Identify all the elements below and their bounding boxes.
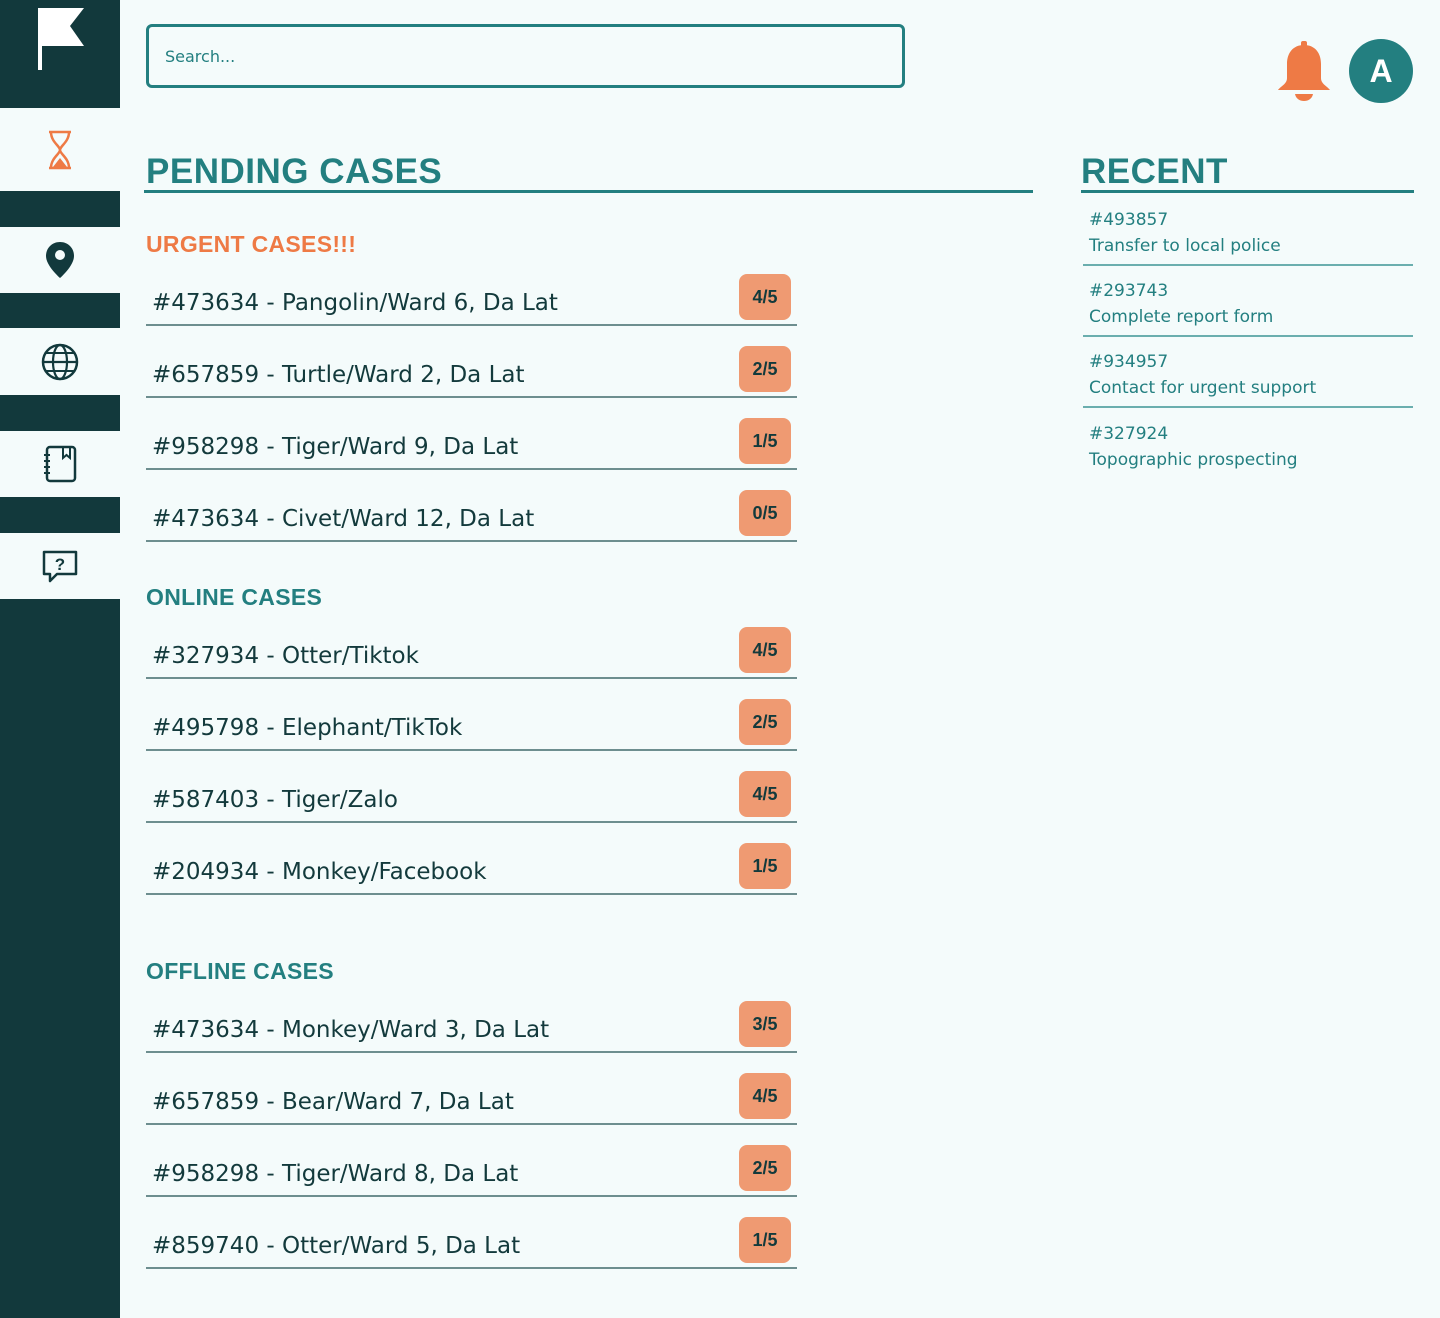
- progress-badge: 4/5: [739, 1073, 791, 1119]
- online-group-title: ONLINE CASES: [146, 584, 323, 610]
- sidebar-item-map[interactable]: [0, 227, 120, 293]
- case-label: #473634 - Monkey/Ward 3, Da Lat: [152, 1017, 550, 1043]
- progress-badge: 3/5: [739, 1001, 791, 1047]
- case-row[interactable]: #327934 - Otter/Tiktok 4/5: [146, 621, 797, 679]
- sidebar-item-help[interactable]: ?: [0, 533, 120, 599]
- progress-badge: 1/5: [739, 1217, 791, 1263]
- case-row[interactable]: #473634 - Pangolin/Ward 6, Da Lat 4/5: [146, 268, 797, 326]
- hourglass-icon: [49, 130, 71, 169]
- pending-title: PENDING CASES: [146, 152, 443, 191]
- pending-divider: [144, 190, 1033, 193]
- case-label: #473634 - Pangolin/Ward 6, Da Lat: [152, 290, 558, 316]
- recent-item-desc: Complete report form: [1089, 307, 1274, 327]
- recent-item-id: #293743: [1089, 281, 1169, 301]
- notifications-button[interactable]: [1275, 40, 1333, 102]
- bell-icon: [1278, 41, 1330, 101]
- logo[interactable]: [0, 0, 120, 80]
- case-label: #657859 - Bear/Ward 7, Da Lat: [152, 1089, 514, 1115]
- progress-badge: 0/5: [739, 490, 791, 536]
- case-label: #958298 - Tiger/Ward 8, Da Lat: [152, 1161, 519, 1187]
- recent-item-desc: Topographic prospecting: [1089, 450, 1298, 470]
- sidebar-item-online[interactable]: [0, 328, 120, 395]
- case-label: #859740 - Otter/Ward 5, Da Lat: [152, 1233, 521, 1259]
- recent-item-desc: Transfer to local police: [1089, 236, 1281, 256]
- case-row[interactable]: #204934 - Monkey/Facebook 1/5: [146, 837, 797, 895]
- case-row[interactable]: #958298 - Tiger/Ward 9, Da Lat 1/5: [146, 412, 797, 470]
- case-label: #204934 - Monkey/Facebook: [152, 859, 487, 885]
- recent-item-id: #934957: [1089, 352, 1169, 372]
- search-input[interactable]: [149, 27, 902, 85]
- case-row[interactable]: #495798 - Elephant/TikTok 2/5: [146, 693, 797, 751]
- urgent-group-title: URGENT CASES!!!: [146, 231, 357, 257]
- sidebar: ?: [0, 0, 120, 1318]
- progress-badge: 4/5: [739, 627, 791, 673]
- recent-item[interactable]: #327924 Topographic prospecting: [1083, 422, 1413, 480]
- progress-badge: 2/5: [739, 1145, 791, 1191]
- recent-item[interactable]: #934957 Contact for urgent support: [1083, 350, 1413, 408]
- progress-badge: 4/5: [739, 771, 791, 817]
- progress-badge: 4/5: [739, 274, 791, 320]
- progress-badge: 1/5: [739, 843, 791, 889]
- globe-icon: [41, 343, 79, 380]
- search-bar: [146, 24, 905, 88]
- progress-badge: 1/5: [739, 418, 791, 464]
- recent-title: RECENT: [1081, 152, 1228, 191]
- case-row[interactable]: #958298 - Tiger/Ward 8, Da Lat 2/5: [146, 1139, 797, 1197]
- case-label: #495798 - Elephant/TikTok: [152, 715, 463, 741]
- avatar[interactable]: A: [1349, 39, 1413, 103]
- notebook-icon: [44, 445, 77, 483]
- case-label: #473634 - Civet/Ward 12, Da Lat: [152, 506, 535, 532]
- offline-group-title: OFFLINE CASES: [146, 958, 334, 984]
- recent-item-id: #327924: [1089, 424, 1169, 444]
- recent-item[interactable]: #493857 Transfer to local police: [1083, 208, 1413, 266]
- case-label: #657859 - Turtle/Ward 2, Da Lat: [152, 362, 525, 388]
- case-row[interactable]: #657859 - Turtle/Ward 2, Da Lat 2/5: [146, 340, 797, 398]
- case-label: #958298 - Tiger/Ward 9, Da Lat: [152, 434, 519, 460]
- app: ? A PENDING CASES URGENT CASES!!! #47363…: [0, 0, 1440, 1318]
- case-row[interactable]: #587403 - Tiger/Zalo 4/5: [146, 765, 797, 823]
- case-row[interactable]: #473634 - Civet/Ward 12, Da Lat 0/5: [146, 484, 797, 542]
- help-chat-icon: ?: [42, 550, 78, 583]
- case-label: #587403 - Tiger/Zalo: [152, 787, 398, 813]
- recent-item-id: #493857: [1089, 210, 1169, 230]
- case-row[interactable]: #473634 - Monkey/Ward 3, Da Lat 3/5: [146, 995, 797, 1053]
- case-row[interactable]: #657859 - Bear/Ward 7, Da Lat 4/5: [146, 1067, 797, 1125]
- case-label: #327934 - Otter/Tiktok: [152, 643, 419, 669]
- case-row[interactable]: #859740 - Otter/Ward 5, Da Lat 1/5: [146, 1211, 797, 1269]
- map-pin-icon: [46, 242, 74, 278]
- progress-badge: 2/5: [739, 346, 791, 392]
- sidebar-item-notebook[interactable]: [0, 431, 120, 497]
- recent-divider: [1081, 190, 1414, 193]
- recent-item-desc: Contact for urgent support: [1089, 378, 1317, 398]
- flag-icon: [38, 8, 84, 70]
- recent-item[interactable]: #293743 Complete report form: [1083, 279, 1413, 337]
- progress-badge: 2/5: [739, 699, 791, 745]
- svg-text:?: ?: [55, 555, 65, 574]
- sidebar-item-pending[interactable]: [0, 108, 120, 191]
